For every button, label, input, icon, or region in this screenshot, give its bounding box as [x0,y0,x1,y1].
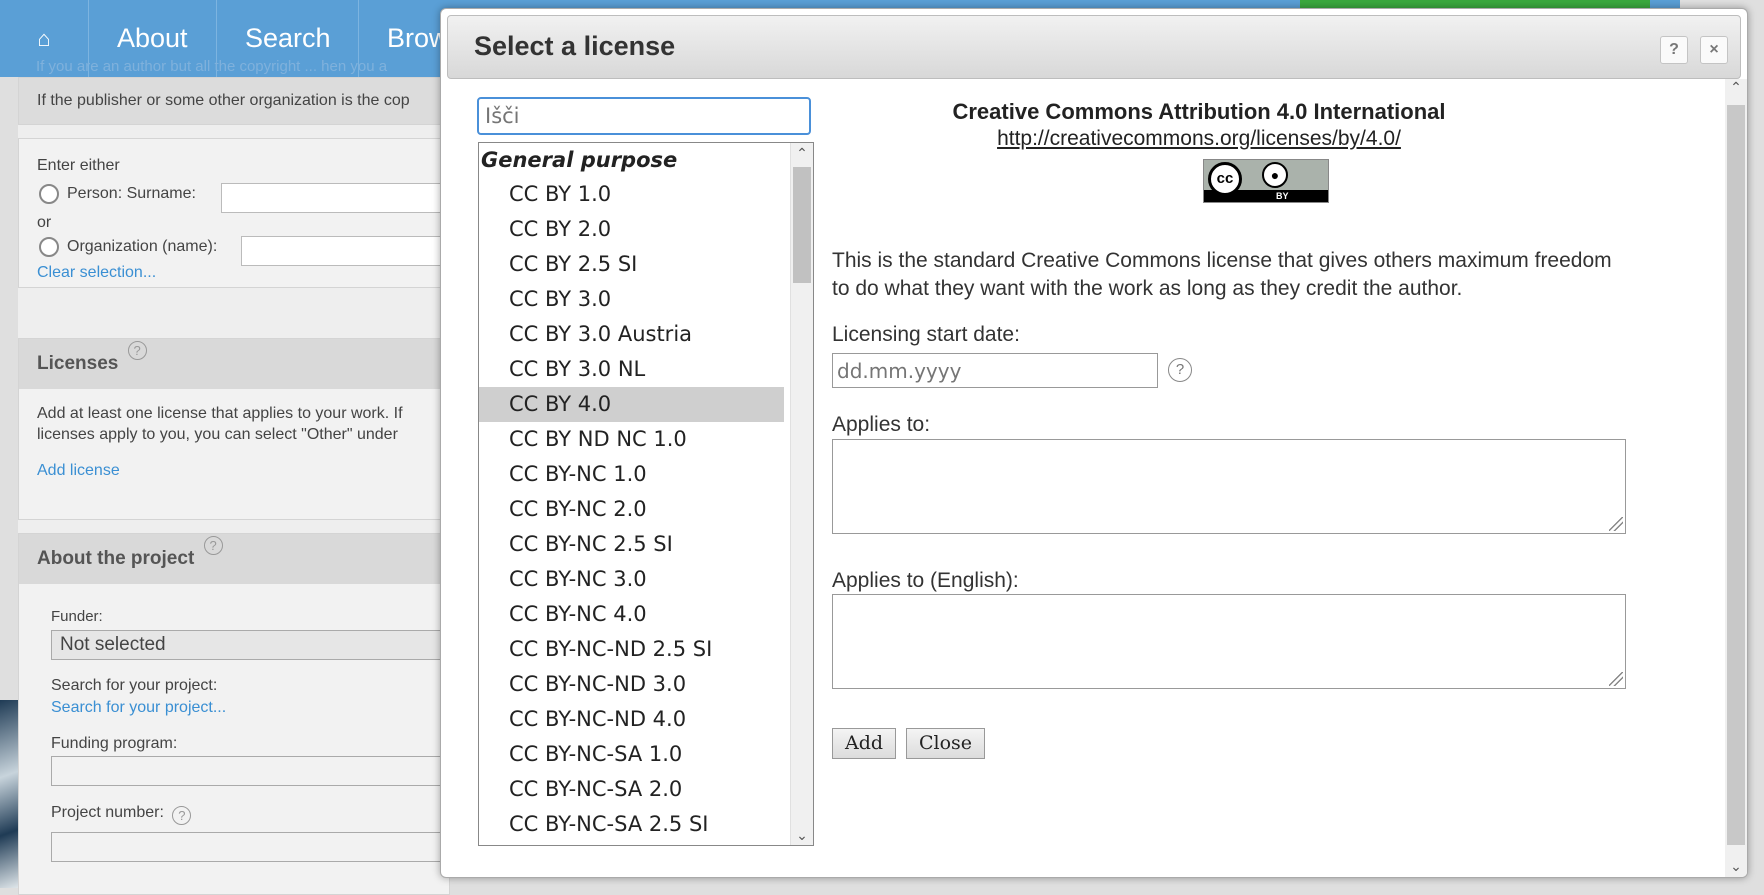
license-option[interactable]: CC BY 2.0 [479,212,784,247]
applies-to-label: Applies to: [832,413,931,436]
license-name: Creative Commons Attribution 4.0 Interna… [952,99,1446,124]
select-license-dialog: Select a license ? × General purpose CC … [440,8,1748,878]
license-description: This is the standard Creative Commons li… [832,247,1712,303]
license-option[interactable]: CC BY 2.5 SI [479,247,784,282]
scroll-down-icon[interactable]: ⌄ [1725,858,1747,875]
attribution-person-icon: ● [1262,162,1288,188]
licenses-heading: Licenses ? [19,339,449,389]
owner-panel: Enter either Person: Surname: or Organiz… [18,138,463,288]
home-icon: ⌂ [37,26,51,51]
dialog-scroll-thumb[interactable] [1727,105,1745,845]
license-option[interactable]: CC BY-NC-ND 2.5 SI [479,632,784,667]
license-option[interactable]: CC BY 4.0 [479,387,784,422]
project-number-label: Project number: ? [51,804,192,825]
help-icon[interactable]: ? [203,536,223,555]
scroll-up-icon[interactable]: ⌃ [791,143,813,163]
list-group-header: General purpose [481,148,678,172]
project-heading-text: About the project [37,548,195,569]
project-search-link[interactable]: Search for your project... [51,699,226,717]
dialog-help-button[interactable]: ? [1660,36,1688,64]
date-help-icon[interactable]: ? [1168,358,1192,382]
license-option[interactable]: CC BY-NC-SA 2.5 SI [479,807,784,842]
list-scroll-thumb[interactable] [793,167,811,283]
applies-to-en-label: Applies to (English): [832,569,1019,592]
applies-to-en-textarea[interactable] [832,594,1626,689]
licenses-text-1: Add at least one license that applies to… [37,405,403,422]
help-icon[interactable]: ? [172,806,192,825]
decorative-stripe [0,700,18,888]
license-option[interactable]: CC BY-NC 4.0 [479,597,784,632]
licenses-heading-text: Licenses [37,353,119,374]
license-option[interactable]: CC BY 3.0 NL [479,352,784,387]
project-number-input[interactable] [51,832,453,862]
publisher-note: If the publisher or some other organizat… [37,92,410,109]
funder-label: Funder: [51,608,103,625]
organization-radio[interactable] [39,237,59,257]
clear-selection-link[interactable]: Clear selection... [37,264,156,282]
person-label: Person: Surname: [67,185,196,203]
person-surname-input[interactable] [221,183,463,213]
license-option[interactable]: CC BY 3.0 [479,282,784,317]
license-option[interactable]: CC BY ND NC 1.0 [479,422,784,457]
funding-program-input[interactable] [51,756,453,786]
scroll-down-icon[interactable]: ⌄ [791,825,813,845]
license-url-link[interactable]: http://creativecommons.org/licenses/by/4… [841,127,1557,151]
project-panel: About the project ? Funder: Not selected… [18,533,461,895]
person-radio-row[interactable]: Person: Surname: [39,184,196,204]
enter-either-label: Enter either [37,157,120,174]
add-license-link[interactable]: Add license [37,462,120,480]
licenses-text-2: licenses apply to you, you can select "O… [37,426,398,443]
applies-to-textarea[interactable] [832,439,1626,534]
deposit-form: If the publisher or some other organizat… [18,77,463,895]
person-radio[interactable] [39,184,59,204]
license-option[interactable]: CC BY-NC 2.0 [479,492,784,527]
license-option[interactable]: CC BY 1.0 [479,177,784,212]
scroll-up-icon[interactable]: ⌃ [1725,79,1747,96]
resize-grip-icon[interactable] [1609,672,1623,686]
close-button[interactable]: Close [906,728,986,759]
start-date-input[interactable] [832,353,1158,388]
funder-select[interactable]: Not selected [51,630,461,660]
license-description-line-2: to do what they want with the work as lo… [832,277,1463,300]
dialog-scrollbar[interactable]: ⌃ ⌄ [1725,79,1747,877]
dialog-title: Select a license [474,31,676,61]
resize-grip-icon[interactable] [1609,517,1623,531]
license-option[interactable]: CC BY-NC 2.5 SI [479,527,784,562]
license-option[interactable]: CC BY-NC 3.0 [479,562,784,597]
faded-notice: If you are an author but all the copyrig… [36,58,388,75]
dialog-titlebar[interactable]: Select a license ? × [447,15,1741,79]
license-option[interactable]: CC BY-NC-ND 4.0 [479,702,784,737]
licenses-panel: Licenses ? Add at least one license that… [18,338,450,520]
dialog-close-icon[interactable]: × [1700,36,1728,64]
cc-icon: cc [1208,162,1242,196]
organization-radio-row[interactable]: Organization (name): [39,237,217,257]
list-scrollbar[interactable]: ⌃ ⌄ [790,143,813,845]
start-date-label: Licensing start date: [832,323,1020,346]
organization-name-input[interactable] [241,236,463,266]
license-items: CC BY 1.0 CC BY 2.0 CC BY 2.5 SI CC BY 3.0 C… [479,177,813,842]
license-option[interactable]: CC BY 3.0 Austria [479,317,784,352]
badge-by-text: BY [1276,191,1289,201]
project-heading: About the project ? [19,534,449,584]
license-description-line-1: This is the standard Creative Commons li… [832,249,1612,272]
organization-label: Organization (name): [67,238,218,256]
funding-program-label: Funding program: [51,735,178,752]
or-label: or [37,214,52,231]
license-option[interactable]: CC BY-NC-SA 2.0 [479,772,784,807]
license-option[interactable]: CC BY-NC-ND 3.0 [479,667,784,702]
add-button[interactable]: Add [832,728,897,759]
project-number-label-text: Project number: [51,804,164,821]
license-search-input[interactable] [477,97,811,135]
help-icon[interactable]: ? [127,341,147,360]
license-option[interactable]: CC BY-NC-SA 1.0 [479,737,784,772]
project-search-label: Search for your project: [51,677,218,694]
license-list[interactable]: General purpose CC BY 1.0 CC BY 2.0 CC BY … [478,142,814,846]
cc-by-badge: cc ● BY [1203,159,1329,203]
license-option[interactable]: CC BY-NC 1.0 [479,457,784,492]
publisher-note-panel: If the publisher or some other organizat… [18,77,450,125]
